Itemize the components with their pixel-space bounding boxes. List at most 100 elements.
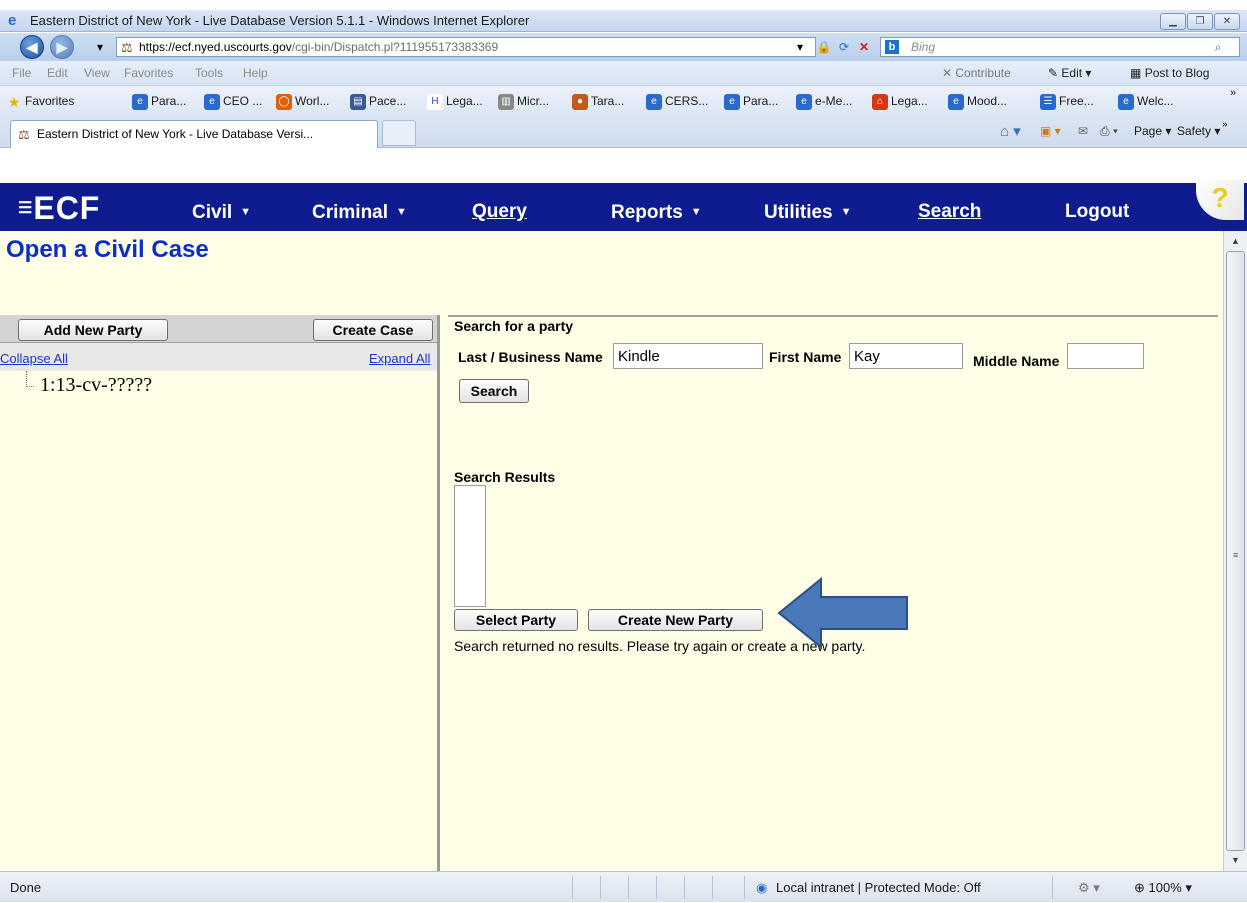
pencil-icon: ✎ (1048, 66, 1059, 80)
history-dropdown-icon[interactable]: ▾ (92, 40, 108, 54)
print-icon[interactable]: ⎙ ▾ (1100, 115, 1118, 148)
nav-criminal[interactable]: Criminal ▼ (312, 200, 407, 225)
add-new-party-button[interactable]: Add New Party (18, 319, 168, 341)
close-window-button[interactable]: ✕ (1214, 13, 1240, 30)
more-commands-icon[interactable]: » (1222, 115, 1228, 135)
fav-item-3[interactable]: ◯ Worl... (276, 86, 329, 116)
url-dropdown-icon[interactable]: ▾ (792, 40, 808, 54)
fav-item-7[interactable]: ● Tara... (572, 86, 624, 116)
nav-reports[interactable]: Reports ▼ (611, 200, 702, 225)
more-favorites-icon[interactable]: » (1230, 78, 1236, 108)
edit-button[interactable]: ✎ Edit ▾ (1048, 61, 1091, 85)
expand-all-link[interactable]: Expand All (369, 351, 430, 366)
protected-mode-icon[interactable]: ⚙ ▾ (1078, 872, 1100, 903)
contribute-button[interactable]: ✕ Contribute (942, 61, 1011, 85)
menu-tools[interactable]: Tools (195, 61, 223, 85)
star-icon: ★ (7, 93, 21, 110)
fav-item-6[interactable]: ▥ Micr... (498, 86, 549, 116)
fav-item-10[interactable]: e e-Me... (796, 86, 852, 116)
minimize-button[interactable]: ▁ (1160, 13, 1186, 30)
create-case-button[interactable]: Create Case (313, 319, 433, 341)
menu-view[interactable]: View (84, 61, 110, 85)
forward-button[interactable]: ▶ (50, 35, 74, 59)
first-name-field[interactable] (849, 343, 963, 369)
search-go-icon[interactable]: ⌕ (1210, 40, 1226, 54)
fav-item-12[interactable]: e Mood... (948, 86, 1007, 116)
fav-item-11[interactable]: ⌂ Lega... (872, 86, 928, 116)
case-number-node[interactable]: 1:13-cv-????? (40, 374, 152, 397)
ecf-header: ☰ECF Civil ▼ Criminal ▼ Query Reports ▼ Uti… (0, 148, 1247, 231)
scroll-down-icon[interactable]: ▼ (1227, 852, 1244, 869)
case-tree-toolbar: Add New Party Create Case (0, 315, 437, 343)
home-icon[interactable]: ⌂ ▾ (1000, 115, 1021, 148)
caret-down-icon: ▼ (690, 206, 702, 218)
divider (628, 876, 629, 899)
feeds-icon[interactable]: ▣ ▾ (1040, 115, 1061, 148)
stop-icon[interactable]: ✕ (856, 40, 872, 54)
fav-label: e-Me... (815, 94, 853, 108)
middle-name-field[interactable] (1067, 343, 1144, 369)
last-name-label: Last / Business Name (458, 349, 603, 365)
fav-label: Mood... (967, 94, 1008, 108)
select-party-button[interactable]: Select Party (454, 609, 578, 631)
vertical-scrollbar[interactable]: ▲ ≡ ▼ (1223, 231, 1247, 871)
menu-edit[interactable]: Edit (47, 61, 68, 85)
ecf-logo: ☰ECF (18, 190, 100, 227)
court-favicon-icon: ⚖ (18, 127, 30, 142)
fav-item-4[interactable]: ▤ Pace... (350, 86, 406, 116)
nav-utilities-label: Utilities (764, 202, 833, 223)
tab-active[interactable]: ⚖ Eastern District of New York - Live Da… (10, 120, 378, 148)
back-button[interactable]: ◀ (20, 35, 44, 59)
restore-button[interactable]: ❐ (1187, 13, 1213, 30)
url-input[interactable]: ⚖ https://ecf.nyed.uscourts.gov/cgi-bin/… (116, 37, 816, 57)
safety-menu[interactable]: Safety ▾ (1177, 115, 1220, 148)
nav-reports-label: Reports (611, 202, 683, 223)
lock-icon[interactable]: 🔒 (816, 40, 832, 54)
security-zone[interactable]: Local intranet | Protected Mode: Off (776, 872, 981, 903)
fav-item-1[interactable]: e Para... (132, 86, 186, 116)
scroll-up-icon[interactable]: ▲ (1227, 233, 1244, 250)
nav-logout[interactable]: Logout (1065, 200, 1129, 224)
ie-page-icon: e (132, 93, 148, 110)
fav-label: Micr... (517, 94, 549, 108)
nav-query[interactable]: Query (472, 200, 527, 224)
nav-civil[interactable]: Civil ▼ (192, 200, 251, 225)
nav-utilities[interactable]: Utilities ▼ (764, 200, 852, 225)
tab-title: Eastern District of New York - Live Data… (37, 127, 314, 141)
fav-item-8[interactable]: e CERS... (646, 86, 708, 116)
menu-file[interactable]: File (12, 61, 31, 85)
ecf-logo-text: ECF (33, 190, 101, 226)
refresh-icon[interactable]: ⟳ (836, 40, 852, 54)
page-menu[interactable]: Page ▾ (1134, 115, 1171, 148)
window-title: Eastern District of New York - Live Data… (30, 13, 530, 28)
search-button[interactable]: Search (459, 379, 529, 403)
fav-label: Tara... (591, 94, 625, 108)
search-results-list[interactable] (454, 485, 486, 607)
globe-icon: ◉ (756, 880, 768, 895)
site-icon: H (427, 93, 443, 110)
bing-icon: b (885, 40, 899, 54)
tree-controls: Collapse All Expand All (0, 343, 437, 371)
last-name-field[interactable] (613, 343, 763, 369)
nav-search[interactable]: Search (918, 200, 981, 224)
new-tab-button[interactable] (382, 120, 416, 146)
divider (684, 876, 685, 899)
tree-connector (26, 371, 34, 387)
status-bar: Done ◉ Local intranet | Protected Mode: … (0, 871, 1247, 902)
zoom-control[interactable]: ⊕ 100% ▾ (1134, 872, 1192, 903)
fav-item-14[interactable]: e Welc... (1118, 86, 1173, 116)
fav-label: Welc... (1137, 94, 1174, 108)
search-input[interactable]: b Bing (880, 37, 1240, 57)
fav-item-9[interactable]: e Para... (724, 86, 778, 116)
fav-item-5[interactable]: H Lega... (427, 86, 483, 116)
menu-help[interactable]: Help (243, 61, 268, 85)
menu-favorites[interactable]: Favorites (124, 61, 173, 85)
create-new-party-button[interactable]: Create New Party (588, 609, 763, 631)
fav-item-2[interactable]: e CEO ... (204, 86, 262, 116)
collapse-all-link[interactable]: Collapse All (0, 351, 68, 366)
favorites-button[interactable]: ★ Favorites (6, 86, 75, 116)
scroll-thumb[interactable]: ≡ (1226, 251, 1245, 851)
mail-icon[interactable]: ✉ (1078, 115, 1088, 148)
fav-item-13[interactable]: ☰ Free... (1040, 86, 1094, 116)
post-to-blog-button[interactable]: ▦ Post to Blog (1130, 61, 1209, 85)
